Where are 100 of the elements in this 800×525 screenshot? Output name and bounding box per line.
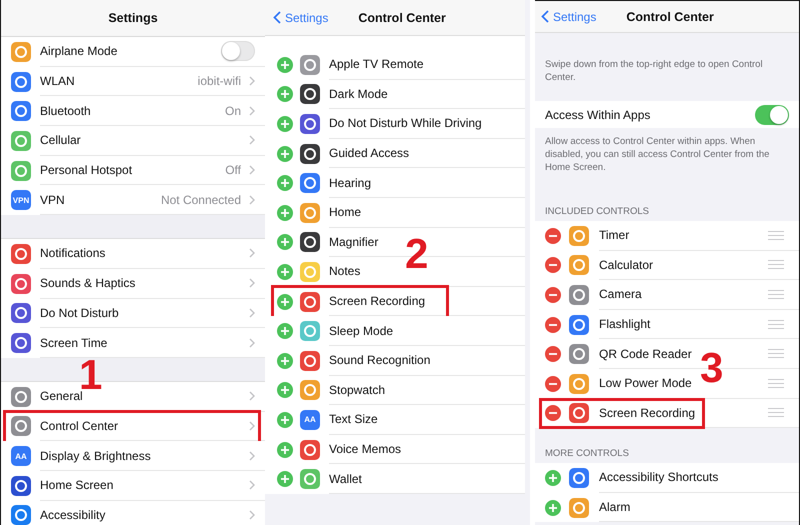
settings-row[interactable]: AA Display & Brightness — [1, 441, 265, 471]
chevron-icon — [249, 278, 255, 288]
row-label: Home — [329, 205, 362, 220]
row-label: Flashlight — [599, 317, 652, 332]
reorder-handle-icon[interactable] — [768, 260, 784, 270]
description-text: Allow access to Control Center within apps. When disabled, you can still access Control Center from the Home Screen. — [544, 135, 770, 176]
screen-title: Settings — [108, 11, 158, 25]
chevron-icon — [249, 338, 255, 348]
remove-icon[interactable] — [545, 257, 561, 274]
row-label: General — [40, 389, 84, 404]
add-icon[interactable] — [277, 471, 293, 488]
row-label: VPN — [40, 192, 66, 207]
row-label: Wallet — [329, 472, 363, 486]
row-label: Calculator — [599, 258, 654, 272]
chevron-icon — [249, 480, 255, 490]
back-chevron-icon — [273, 11, 281, 24]
row-label: Dark Mode — [329, 86, 389, 101]
row-label: Accessibility Shortcuts — [599, 470, 720, 484]
section-heading: MORE CONTROLS — [545, 448, 629, 460]
row-label: Text Size — [329, 412, 379, 426]
reorder-handle-icon[interactable] — [768, 290, 784, 299]
row-label: Control Center — [40, 418, 120, 433]
screen-title: Control Center — [358, 10, 446, 24]
add-icon[interactable] — [277, 116, 293, 132]
toggle-switch[interactable] — [221, 41, 255, 62]
row-value: iobit-wifi — [198, 74, 241, 88]
add-icon[interactable] — [277, 175, 293, 192]
remove-icon[interactable] — [545, 346, 561, 362]
row-label: Screen Time — [40, 336, 108, 350]
row-value: On — [224, 104, 241, 118]
chevron-icon — [249, 135, 255, 146]
toggle-switch[interactable] — [755, 104, 789, 124]
row-label: Camera — [599, 287, 643, 302]
add-icon[interactable] — [277, 294, 293, 310]
back-button[interactable]: Settings — [539, 10, 598, 24]
add-icon[interactable] — [545, 470, 561, 486]
reorder-handle-icon[interactable] — [768, 349, 784, 358]
row-label: Accessibility — [40, 508, 106, 522]
row-label: Apple TV Remote — [329, 57, 424, 72]
row-label: Timer — [599, 228, 630, 242]
chevron-icon — [249, 391, 255, 402]
row-label: Access Within Apps — [545, 108, 652, 122]
row-label: WLAN — [40, 74, 76, 88]
screen-title: Control Center — [626, 10, 714, 24]
row-label: Sounds & Haptics — [40, 276, 136, 290]
row-label: Hearing — [329, 176, 372, 190]
row-label: Screen Recording — [599, 406, 696, 420]
row-label: Personal Hotspot — [40, 163, 134, 178]
remove-icon[interactable] — [545, 228, 561, 244]
row-label: Magnifier — [329, 234, 380, 249]
remove-icon[interactable] — [545, 376, 561, 392]
settings-row[interactable]: Control Center — [1, 412, 265, 442]
chevron-icon — [249, 450, 255, 461]
add-icon[interactable] — [277, 86, 293, 102]
add-icon[interactable] — [277, 442, 293, 458]
row-label: Notes — [329, 264, 362, 278]
add-icon[interactable] — [277, 204, 293, 221]
section-heading: INCLUDED CONTROLS — [545, 206, 649, 217]
row-label: Alarm — [599, 500, 632, 514]
back-button[interactable]: Settings — [271, 10, 330, 24]
reorder-handle-icon[interactable] — [768, 408, 784, 418]
row-label: Bluetooth — [40, 104, 92, 118]
add-icon[interactable] — [277, 352, 293, 369]
row-label: QR Code Reader — [599, 346, 693, 361]
remove-icon[interactable] — [545, 286, 561, 303]
row-value: Off — [225, 163, 241, 178]
row-label: Sleep Mode — [329, 324, 394, 338]
row-label: Airplane Mode — [40, 44, 118, 58]
row-label: Do Not Disturb — [40, 306, 120, 320]
remove-icon[interactable] — [545, 405, 561, 422]
row-label: Sound Recognition — [329, 353, 432, 368]
chevron-icon — [249, 510, 255, 520]
add-icon[interactable] — [277, 234, 293, 250]
add-icon[interactable] — [277, 56, 293, 73]
row-label: Display & Brightness — [40, 448, 152, 463]
row-label: Screen Recording — [329, 294, 426, 308]
remove-icon[interactable] — [545, 316, 561, 333]
row-label: Notifications — [40, 246, 106, 260]
chevron-icon — [249, 76, 255, 86]
reorder-handle-icon[interactable] — [768, 230, 784, 240]
add-icon[interactable] — [277, 146, 293, 162]
row-label: Stopwatch — [329, 382, 386, 397]
chevron-icon — [249, 106, 255, 116]
add-icon[interactable] — [277, 382, 293, 398]
row-label: Do Not Disturb While Driving — [329, 116, 483, 130]
chevron-icon — [249, 165, 255, 176]
chevron-icon — [249, 420, 255, 431]
reorder-handle-icon[interactable] — [768, 378, 784, 388]
row-label: Cellular — [40, 133, 82, 148]
reorder-handle-icon[interactable] — [768, 320, 784, 329]
description-text: Swipe down from the top-right edge to open Control Center. — [544, 58, 764, 86]
row-label: Guided Access — [329, 146, 410, 160]
row-label: Voice Memos — [329, 442, 402, 456]
add-icon[interactable] — [277, 264, 293, 280]
add-icon[interactable] — [545, 500, 561, 516]
app-icon: AA — [300, 410, 320, 430]
add-icon[interactable] — [277, 323, 293, 340]
row-label: Low Power Mode — [599, 376, 693, 390]
add-icon[interactable] — [277, 412, 293, 428]
chevron-icon — [249, 308, 255, 318]
